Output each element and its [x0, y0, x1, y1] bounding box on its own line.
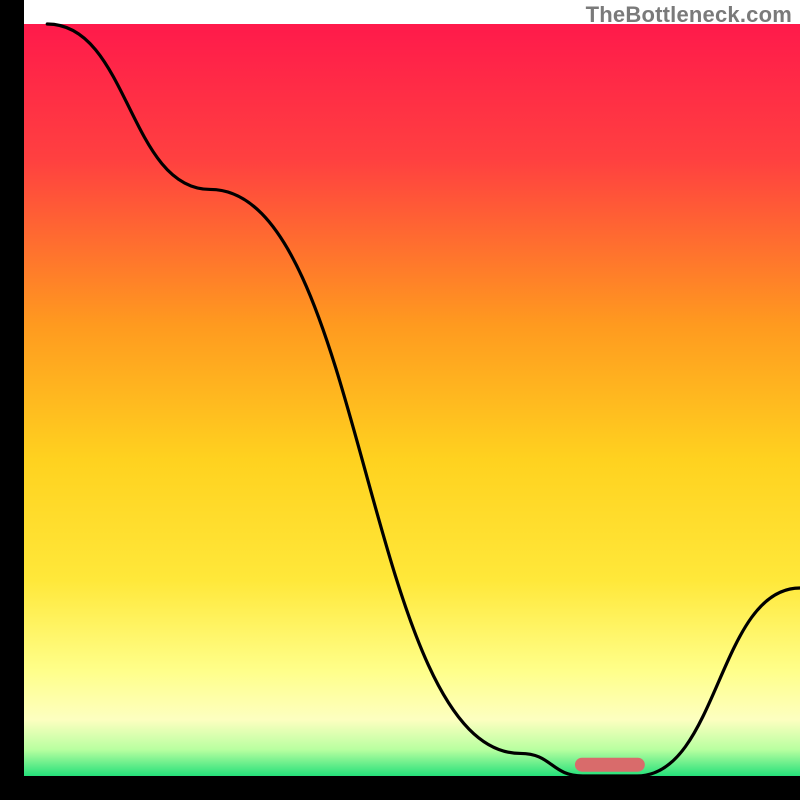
plot-background: [24, 24, 800, 776]
y-axis-bar: [0, 0, 24, 800]
x-axis-bar: [0, 776, 800, 800]
watermark-text: TheBottleneck.com: [586, 2, 792, 28]
optimal-range-marker: [575, 758, 645, 772]
chart-frame: TheBottleneck.com: [0, 0, 800, 800]
bottleneck-chart: [0, 0, 800, 800]
